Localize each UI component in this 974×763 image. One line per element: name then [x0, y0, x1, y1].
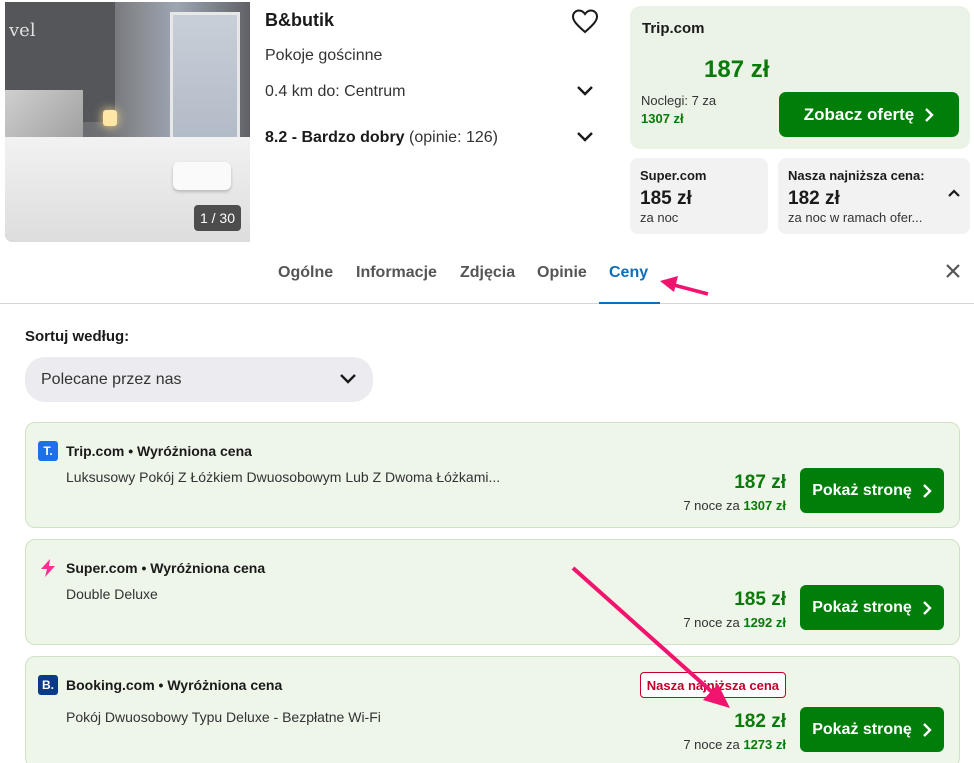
deal-total: 1292 zł: [743, 615, 786, 630]
heart-icon[interactable]: [571, 8, 599, 34]
detail-tabs: Ogólne Informacje Zdjęcia Opinie Ceny: [0, 244, 974, 304]
alt-offer-super[interactable]: Super.com 185 zł za noc: [630, 158, 768, 234]
hotel-photo[interactable]: vel 1 / 30: [5, 2, 250, 242]
show-page-label: Pokaż stronę: [812, 481, 912, 499]
chevron-down-icon[interactable]: [576, 84, 594, 98]
distance-to-center: 0.4 km do: Centrum: [265, 83, 406, 100]
main-offer-card[interactable]: Trip.com 187 zł Noclegi: 7 za 1307 zł Zo…: [630, 6, 970, 149]
deal-price: 185 zł: [734, 589, 786, 610]
deal-room: Pokój Dwuosobowy Typu Deluxe - Bezpłatne…: [66, 709, 381, 725]
chevron-right-icon: [922, 722, 932, 737]
provider-logo-icon: B.: [38, 675, 58, 695]
chevron-right-icon: [922, 600, 932, 615]
alt-offer-provider: Super.com: [640, 168, 707, 183]
chevron-right-icon: [922, 483, 932, 498]
sort-value: Polecane przez nas: [41, 371, 182, 388]
photo-lamp: [103, 110, 117, 126]
rating-count: (opinie: 126): [409, 129, 498, 146]
nights-total: 1307 zł: [641, 111, 684, 126]
alt-offer-sub: za noc: [640, 210, 679, 225]
deal-total: 1273 zł: [743, 737, 786, 752]
provider-logo-icon: T.: [38, 441, 58, 461]
tab-info[interactable]: Informacje: [356, 264, 437, 282]
deal-card: B. Booking.com • Wyróżniona cena Pokój D…: [25, 656, 960, 763]
show-page-button[interactable]: Pokaż stronę: [800, 468, 944, 513]
view-offer-label: Zobacz ofertę: [803, 104, 915, 124]
show-page-button[interactable]: Pokaż stronę: [800, 707, 944, 752]
deal-card: T. Trip.com • Wyróżniona cena Luksusowy …: [25, 422, 960, 528]
chevron-down-icon: [340, 374, 356, 384]
tab-general[interactable]: Ogólne: [278, 264, 333, 282]
deal-card: Super.com • Wyróżniona cena Double Delux…: [25, 539, 960, 645]
room-type: Pokoje gościnne: [265, 47, 383, 64]
deal-nights: 7 noce za 1292 zł: [683, 615, 786, 630]
chevron-down-icon[interactable]: [576, 130, 594, 144]
sort-label: Sortuj według:: [25, 328, 130, 345]
sort-dropdown[interactable]: Polecane przez nas: [25, 357, 373, 402]
alt-offer-lowest[interactable]: Nasza najniższa cena: 182 zł za noc w ra…: [778, 158, 970, 234]
show-page-button[interactable]: Pokaż stronę: [800, 585, 944, 630]
tab-reviews[interactable]: Opinie: [537, 264, 587, 282]
photo-logo-text: vel: [9, 20, 36, 41]
provider-logo-icon: [38, 558, 58, 578]
deal-room: Double Deluxe: [66, 586, 158, 602]
alt-offer-price: 182 zł: [788, 188, 840, 209]
deal-nights-label: 7 noce za: [683, 498, 740, 513]
alt-offer-price: 185 zł: [640, 188, 692, 209]
show-page-label: Pokaż stronę: [812, 598, 912, 616]
main-offer-provider: Trip.com: [642, 20, 705, 37]
deal-header: Booking.com • Wyróżniona cena: [66, 677, 283, 693]
tab-prices[interactable]: Ceny: [609, 264, 648, 282]
rating: 8.2 - Bardzo dobry (opinie: 126): [265, 129, 498, 147]
photo-towel: [173, 162, 231, 190]
photo-counter: 1 / 30: [193, 205, 241, 231]
deal-price: 187 zł: [734, 472, 786, 493]
deal-total: 1307 zł: [743, 498, 786, 513]
deal-header: Trip.com • Wyróżniona cena: [66, 443, 252, 459]
show-page-label: Pokaż stronę: [812, 720, 912, 738]
close-icon[interactable]: [944, 262, 962, 280]
deal-nights: 7 noce za 1307 zł: [683, 498, 786, 513]
deal-nights-label: 7 noce za: [683, 737, 740, 752]
lightning-icon: [41, 559, 55, 577]
view-offer-button[interactable]: Zobacz ofertę: [779, 92, 959, 137]
nights-label: Noclegi: 7 za: [641, 93, 717, 108]
alt-offer-sub: za noc w ramach ofer...: [788, 210, 923, 225]
hotel-name[interactable]: B&butik: [265, 10, 334, 31]
deal-price: 182 zł: [734, 711, 786, 732]
deal-room: Luksusowy Pokój Z Łóżkiem Dwuosobowym Lu…: [66, 469, 501, 485]
lowest-price-badge: Nasza najniższa cena: [639, 672, 786, 698]
deal-nights: 7 noce za 1273 zł: [683, 737, 786, 752]
main-offer-price: 187 zł: [704, 56, 770, 83]
chevron-up-icon[interactable]: [947, 188, 961, 198]
tab-photos[interactable]: Zdjęcia: [460, 264, 515, 282]
active-tab-underline: [599, 302, 660, 304]
hotel-summary: vel 1 / 30 B&butik Pokoje gościnne 0.4 k…: [0, 0, 974, 244]
rating-score: 8.2 - Bardzo dobry: [265, 129, 405, 146]
deal-header: Super.com • Wyróżniona cena: [66, 560, 266, 576]
main-offer-nights: Noclegi: 7 za 1307 zł: [641, 92, 716, 128]
chevron-right-icon: [925, 107, 934, 122]
alt-offer-provider: Nasza najniższa cena:: [788, 168, 925, 183]
deal-nights-label: 7 noce za: [683, 615, 740, 630]
